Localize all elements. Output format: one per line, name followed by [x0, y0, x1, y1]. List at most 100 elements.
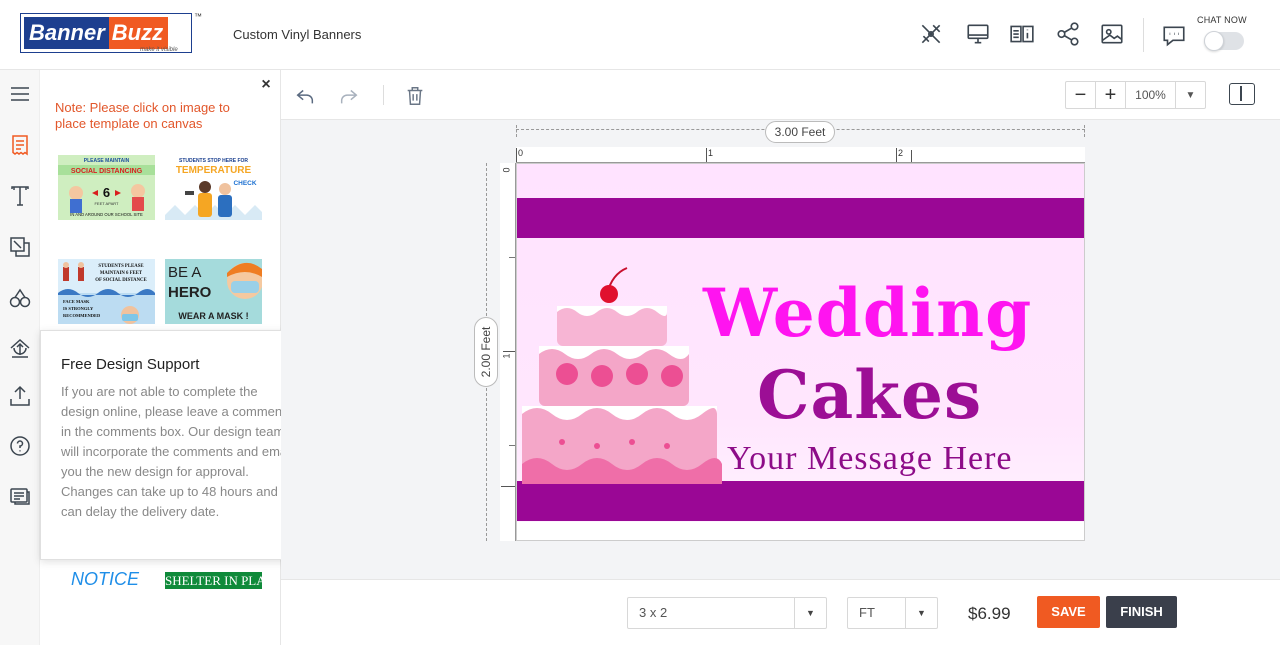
- panel-note: Note: Please click on image to place tem…: [55, 100, 230, 131]
- logo-tagline: make it visible: [140, 47, 178, 53]
- ruler-h-label-1: 1: [708, 148, 714, 158]
- ruler-h-tick-major-0: [516, 148, 517, 162]
- template-thumbnail-temperature-check-art: STUDENTS STOP HERE FOR TEMPERATURE CHECK: [165, 155, 262, 220]
- banner-bottom-stripe: [517, 481, 1084, 521]
- cliparts-icon[interactable]: [6, 284, 34, 312]
- banner-canvas[interactable]: Wedding Cakes Your Message Here: [517, 164, 1084, 522]
- thumb2-line2: TEMPERATURE: [176, 165, 252, 176]
- editor-toolbar: − + 100% ▼: [281, 70, 1280, 120]
- ruler-h-tick-major-1: [706, 148, 707, 162]
- template-thumbnail-temperature-check[interactable]: STUDENTS STOP HERE FOR TEMPERATURE CHECK: [165, 155, 262, 220]
- header: Banner Buzz ™ make it visible Custom Vin…: [0, 0, 1280, 70]
- ruler-h-label-0: 0: [518, 148, 524, 158]
- save-button[interactable]: SAVE: [1037, 596, 1100, 628]
- logo-trademark: ™: [194, 12, 202, 21]
- templates-icon[interactable]: [6, 131, 34, 159]
- size-select-chevron-icon[interactable]: ▼: [794, 598, 826, 628]
- thumb4-line3: WEAR A MASK !: [178, 311, 248, 321]
- ruler-h-tick-end: [911, 150, 912, 162]
- unit-select-value: FT: [859, 605, 875, 620]
- free-design-support-popup: × Free Design Support If you are not abl…: [40, 330, 310, 560]
- thumb1-line2: SOCIAL DISTANCING: [71, 168, 143, 175]
- toggle-panel-icon[interactable]: [1229, 83, 1255, 105]
- background-icon[interactable]: [6, 334, 34, 362]
- product-info-icon[interactable]: [1008, 20, 1036, 48]
- shapes-icon[interactable]: [6, 233, 34, 261]
- unit-select[interactable]: FT ▼: [847, 597, 938, 629]
- unit-select-chevron-icon[interactable]: ▼: [905, 598, 937, 628]
- redo-icon[interactable]: [336, 83, 362, 109]
- ruler-h-label-2: 2: [898, 148, 904, 158]
- page-title: Custom Vinyl Banners: [233, 27, 362, 42]
- vertical-ruler: 0 1: [500, 163, 516, 541]
- header-divider: [1143, 18, 1144, 52]
- height-dimension-pill: 2.00 Feet: [474, 317, 498, 387]
- height-dimension-label: 2.00 Feet: [479, 326, 493, 378]
- width-dimension-tick-left: [516, 125, 517, 137]
- width-dimension-label: 3.00 Feet: [765, 121, 835, 143]
- toolbar-divider: [383, 85, 384, 105]
- template-thumbnail-face-mask-art: STUDENTS PLEASE MAINTAIN 6 FEET OF SOCIA…: [58, 259, 155, 324]
- size-select-value: 3 x 2: [639, 605, 668, 620]
- thumb3-line6: RECOMMENDED: [63, 313, 101, 318]
- template-thumbnail-face-mask[interactable]: STUDENTS PLEASE MAINTAIN 6 FEET OF SOCIA…: [58, 259, 155, 324]
- ruler-v-tick-major-1: [503, 351, 515, 352]
- zoom-out-button[interactable]: −: [1066, 82, 1096, 108]
- ruler-v-label-0: 0: [501, 167, 512, 173]
- desktop-preview-icon[interactable]: [964, 20, 992, 48]
- template-thumbnail-notice[interactable]: NOTICE: [71, 569, 139, 589]
- template-thumbnail-social-distancing-art: PLEASE MAINTAIN SOCIAL DISTANCING 6 FEET…: [58, 155, 155, 220]
- template-thumbnail-social-distancing[interactable]: PLEASE MAINTAIN SOCIAL DISTANCING 6 FEET…: [58, 155, 155, 220]
- chat-icon[interactable]: [1160, 22, 1188, 50]
- logo-text-buzz: Buzz: [108, 17, 169, 49]
- ruler-v-tick-minor-1: [509, 257, 515, 258]
- canvas-area: 3.00 Feet 2.00 Feet 0 1 2 0 1 Wedding Ca…: [281, 121, 1280, 579]
- ruler-v-tick-end: [501, 486, 515, 487]
- image-icon[interactable]: [1098, 20, 1126, 48]
- template-thumbnail-be-a-hero-art: BE A HERO WEAR A MASK !: [165, 259, 262, 324]
- left-tool-rail: [0, 70, 40, 645]
- thumb4-line1: BE A: [168, 264, 201, 281]
- thumb2-line1: STUDENTS STOP HERE FOR: [179, 158, 248, 164]
- banner-title-wedding[interactable]: Wedding: [703, 274, 1032, 352]
- support-title: Free Design Support: [61, 356, 200, 373]
- ruler-h-tick-major-2: [896, 148, 897, 162]
- undo-icon[interactable]: [292, 83, 318, 109]
- share-icon[interactable]: [1054, 20, 1082, 48]
- price-display: $6.99: [968, 604, 1011, 623]
- delete-icon[interactable]: [402, 83, 428, 109]
- thumb3-line1: STUDENTS PLEASE: [98, 264, 143, 269]
- zoom-in-button[interactable]: +: [1096, 82, 1126, 108]
- help-icon[interactable]: [6, 432, 34, 460]
- banner-message[interactable]: Your Message Here: [727, 440, 1013, 478]
- design-tools-icon[interactable]: [917, 20, 945, 48]
- size-select[interactable]: 3 x 2 ▼: [627, 597, 827, 629]
- support-body: If you are not able to complete the desi…: [61, 384, 293, 519]
- thumb1-line3: 6: [103, 185, 110, 200]
- zoom-dropdown-icon[interactable]: ▼: [1176, 82, 1205, 108]
- finish-button[interactable]: FINISH: [1106, 596, 1177, 628]
- text-icon[interactable]: [6, 182, 34, 210]
- upload-icon[interactable]: [6, 382, 34, 410]
- panel-close-button[interactable]: ×: [258, 76, 274, 94]
- template-thumbnail-shelter-label: SHELTER IN PLACE: [165, 573, 262, 588]
- template-thumbnail-shelter-in-place[interactable]: SHELTER IN PLACE: [165, 572, 262, 589]
- thumb4-line2: HERO: [168, 284, 212, 301]
- thumb3-line5: IS STRONGLY: [63, 306, 94, 311]
- thumb3-line4: FACE MASK: [63, 299, 90, 304]
- thumb1-line4: FEET APART: [94, 201, 119, 206]
- banner-top-stripe: [517, 198, 1084, 238]
- chat-toggle[interactable]: [1204, 31, 1244, 51]
- ruler-v-label-1: 1: [501, 353, 512, 359]
- thumb2-line3: CHECK: [233, 180, 256, 187]
- banner-title-cakes[interactable]: Cakes: [757, 356, 982, 434]
- zoom-value[interactable]: 100%: [1126, 82, 1176, 108]
- wedding-cake-illustration: [522, 267, 722, 484]
- thumb1-line1: PLEASE MAINTAIN: [84, 158, 130, 164]
- thumb1-line5: IN AND AROUND OUR SCHOOL SITE: [70, 212, 143, 217]
- template-thumbnail-be-a-hero[interactable]: BE A HERO WEAR A MASK !: [165, 259, 262, 324]
- logo-text-banner: Banner: [24, 17, 109, 49]
- comments-icon[interactable]: [6, 482, 34, 510]
- menu-icon[interactable]: [6, 80, 34, 108]
- zoom-control: − + 100% ▼: [1065, 81, 1206, 109]
